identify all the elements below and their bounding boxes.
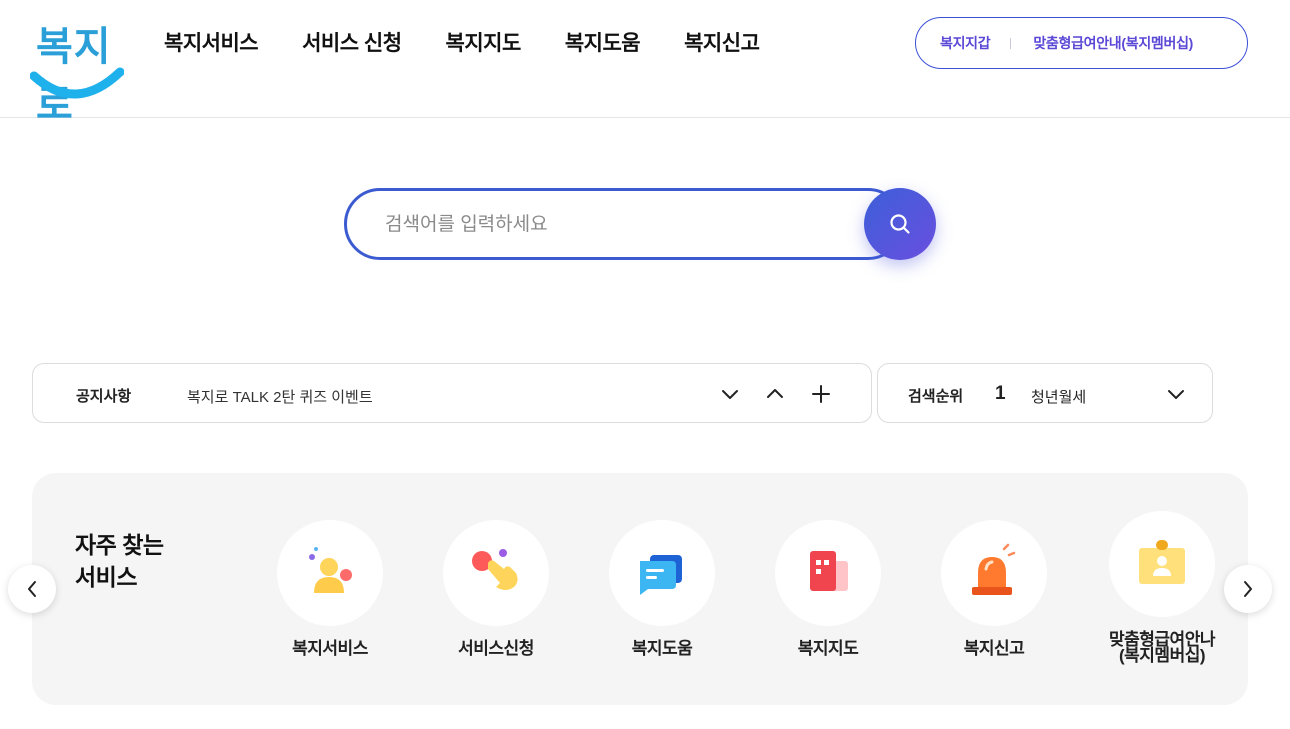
building-icon — [810, 551, 848, 591]
siren-icon — [972, 543, 1016, 595]
quick-item-welfare-services[interactable]: 복지서비스 — [260, 520, 400, 670]
chevron-left-icon — [28, 581, 36, 597]
quick-item-circle — [1109, 511, 1215, 617]
quick-item-welfare-map[interactable]: 복지지도 — [758, 520, 898, 670]
notice-bar: 공지사항 복지로 TALK 2탄 퀴즈 이벤트 — [32, 363, 872, 423]
quick-item-circle — [443, 520, 549, 626]
chat-bubble-icon — [640, 555, 682, 595]
notice-next-button[interactable] — [718, 382, 742, 406]
quick-item-label: 복지도움 — [631, 639, 693, 658]
quick-services-title: 자주 찾는 서비스 — [75, 529, 195, 593]
search-icon — [890, 214, 910, 234]
chevron-right-icon — [1244, 581, 1252, 597]
divider — [1010, 37, 1012, 49]
quick-item-label-line2: (복지멤버십) — [1118, 646, 1206, 665]
quick-item-circle — [775, 520, 881, 626]
notice-label: 공지사항 — [76, 388, 132, 405]
search-box — [344, 188, 904, 260]
main-nav: 복지서비스 서비스 신청 복지지도 복지도움 복지신고 — [164, 30, 760, 58]
site-logo[interactable]: 복지로 — [28, 14, 124, 128]
quick-item-label: 복지서비스 — [292, 639, 368, 658]
quick-title-line2: 서비스 — [75, 564, 137, 590]
search-rank-box: 검색순위 1 청년월세 — [877, 363, 1213, 423]
nav-service-apply[interactable]: 서비스 신청 — [302, 30, 402, 58]
site-header: 복지로 복지서비스 서비스 신청 복지지도 복지도움 복지신고 복지지갑 맞춤형… — [0, 0, 1290, 128]
search-bar — [344, 188, 936, 260]
chevron-down-icon — [722, 390, 738, 399]
search-button[interactable] — [864, 188, 936, 260]
search-rank-label: 검색순위 — [908, 388, 964, 405]
utility-links: 복지지갑 맞춤형급여안내(복지멤버십) — [915, 17, 1248, 69]
id-badge-icon — [1139, 540, 1185, 584]
quick-item-service-apply[interactable]: 서비스신청 — [426, 520, 566, 670]
quick-item-circle — [277, 520, 383, 626]
search-rank-term[interactable]: 청년월세 — [1031, 386, 1086, 407]
nav-welfare-help[interactable]: 복지도움 — [565, 30, 641, 58]
quick-item-label: 복지지도 — [797, 639, 859, 658]
quick-services-panel: 자주 찾는 서비스 복지서비스 서비스신청 복지도움 복지지도 복지신고 맞춤형… — [32, 473, 1248, 705]
welfare-wallet-link[interactable]: 복지지갑 — [940, 33, 991, 53]
quick-title-line1: 자주 찾는 — [75, 532, 164, 558]
chevron-up-icon — [767, 389, 783, 398]
quick-item-label: 복지신고 — [963, 639, 1025, 658]
quick-item-label: 서비스신청 — [458, 639, 534, 658]
search-rank-number: 1 — [995, 383, 1006, 404]
custom-benefit-link[interactable]: 맞춤형급여안내(복지멤버십) — [1033, 33, 1193, 53]
notice-text[interactable]: 복지로 TALK 2탄 퀴즈 이벤트 — [187, 386, 373, 407]
search-rank-toggle[interactable] — [1164, 382, 1188, 406]
hand-pointer-icon — [472, 549, 518, 590]
quick-item-circle — [609, 520, 715, 626]
quick-item-welfare-report[interactable]: 복지신고 — [924, 520, 1064, 670]
nav-welfare-report[interactable]: 복지신고 — [684, 30, 760, 58]
plus-icon — [812, 385, 830, 403]
quick-item-welfare-help[interactable]: 복지도움 — [592, 520, 732, 670]
quick-next-button[interactable] — [1224, 565, 1272, 613]
quick-item-circle — [941, 520, 1047, 626]
notice-prev-button[interactable] — [763, 382, 787, 406]
nav-welfare-map[interactable]: 복지지도 — [446, 30, 522, 58]
notice-more-button[interactable] — [809, 382, 833, 406]
person-icon — [309, 547, 352, 593]
nav-welfare-services[interactable]: 복지서비스 — [164, 30, 259, 58]
quick-item-label: 맞춤형급여안나 (복지멤버십) — [1092, 631, 1232, 665]
logo-smile-icon — [30, 67, 124, 99]
search-input[interactable] — [385, 209, 845, 241]
chevron-down-icon — [1168, 390, 1184, 399]
quick-item-custom-benefit[interactable]: 맞춤형급여안나 (복지멤버십) — [1092, 511, 1232, 670]
quick-prev-button[interactable] — [8, 565, 56, 613]
